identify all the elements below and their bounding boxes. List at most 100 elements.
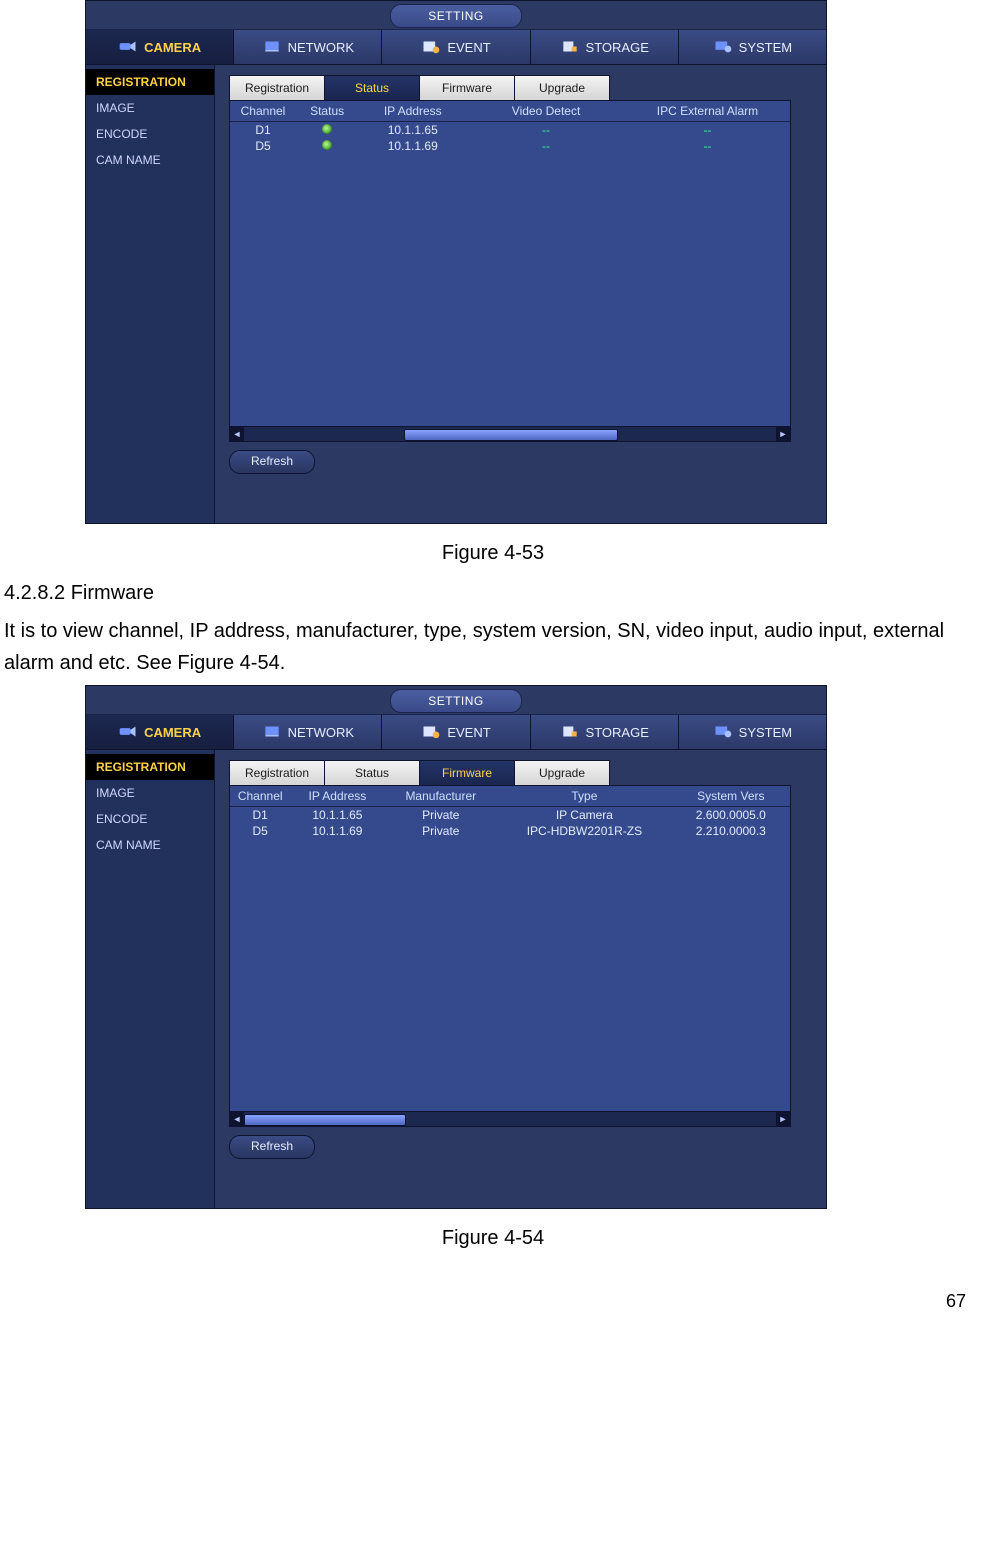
cell-ip: 10.1.1.65 [358, 123, 467, 137]
toptab-system[interactable]: SYSTEM [679, 715, 826, 749]
content-area: Registration Status Firmware Upgrade Cha… [215, 750, 826, 1208]
cell-ip: 10.1.1.69 [290, 824, 384, 838]
toptab-event[interactable]: EVENT [382, 30, 530, 64]
cell-extalarm: -- [625, 139, 790, 153]
subtab-firmware[interactable]: Firmware [419, 760, 515, 785]
toptab-system[interactable]: SYSTEM [679, 30, 826, 64]
system-icon [713, 724, 733, 740]
panel-title-pill: SETTING [390, 689, 522, 713]
subtab-upgrade[interactable]: Upgrade [514, 75, 610, 100]
subtabs: Registration Status Firmware Upgrade [229, 75, 812, 100]
subtab-registration[interactable]: Registration [229, 75, 325, 100]
toptab-storage[interactable]: STORAGE [531, 30, 679, 64]
cell-channel: D1 [230, 808, 290, 822]
horizontal-scrollbar[interactable]: ◄ ► [230, 1111, 790, 1126]
system-icon [713, 39, 733, 55]
cell-extalarm: -- [625, 123, 790, 137]
top-tabs: CAMERA NETWORK EVENT STORAGE [86, 30, 826, 65]
cell-ip: 10.1.1.65 [290, 808, 384, 822]
table-row: D5 10.1.1.69 Private IPC-HDBW2201R-ZS 2.… [230, 823, 790, 839]
storage-icon [560, 39, 580, 55]
cell-ip: 10.1.1.69 [358, 139, 467, 153]
event-icon [421, 39, 441, 55]
col-ip: IP Address [358, 104, 467, 118]
scroll-thumb[interactable] [244, 1114, 406, 1126]
content-area: Registration Status Firmware Upgrade Cha… [215, 65, 826, 523]
status-table: Channel Status IP Address Video Detect I… [229, 100, 791, 442]
cell-sysver: 2.600.0005.0 [672, 808, 790, 822]
scroll-track[interactable] [244, 1114, 776, 1124]
cell-video: -- [467, 123, 625, 137]
section-body: It is to view channel, IP address, manuf… [4, 615, 982, 679]
event-icon [421, 724, 441, 740]
toptab-label: CAMERA [144, 725, 201, 740]
figure-caption-454: Figure 4-54 [0, 1227, 986, 1250]
horizontal-scrollbar[interactable]: ◄ ► [230, 426, 790, 441]
sidebar-item-encode[interactable]: ENCODE [86, 806, 214, 832]
col-sysver: System Vers [672, 789, 790, 803]
toptab-label: STORAGE [586, 40, 649, 55]
nvr-panel-firmware: SETTING CAMERA NETWORK EVENT [85, 685, 827, 1209]
status-dot-icon [322, 124, 332, 134]
sidebar-item-image[interactable]: IMAGE [86, 95, 214, 121]
toptab-label: SYSTEM [739, 40, 792, 55]
refresh-button[interactable]: Refresh [229, 450, 315, 474]
sidebar-item-registration[interactable]: REGISTRATION [86, 754, 214, 780]
table-header: Channel IP Address Manufacturer Type Sys… [230, 786, 790, 807]
col-extalarm: IPC External Alarm [625, 104, 790, 118]
subtab-registration[interactable]: Registration [229, 760, 325, 785]
table-row: D1 10.1.1.65 Private IP Camera 2.600.000… [230, 807, 790, 823]
scroll-left-icon[interactable]: ◄ [230, 427, 244, 441]
refresh-button[interactable]: Refresh [229, 1135, 315, 1159]
toptab-label: SYSTEM [739, 725, 792, 740]
storage-icon [560, 724, 580, 740]
toptab-network[interactable]: NETWORK [234, 30, 382, 64]
top-tabs: CAMERA NETWORK EVENT STORAGE [86, 715, 826, 750]
sidebar-item-camname[interactable]: CAM NAME [86, 832, 214, 858]
firmware-table: Channel IP Address Manufacturer Type Sys… [229, 785, 791, 1127]
toptab-label: EVENT [447, 725, 490, 740]
toptab-camera[interactable]: CAMERA [86, 715, 234, 749]
panel-header: SETTING [86, 686, 826, 715]
sidebar-item-image[interactable]: IMAGE [86, 780, 214, 806]
nvr-panel-status: SETTING CAMERA NETWORK EVENT [85, 0, 827, 524]
scroll-right-icon[interactable]: ► [776, 427, 790, 441]
toptab-storage[interactable]: STORAGE [531, 715, 679, 749]
toptab-camera[interactable]: CAMERA [86, 30, 234, 64]
scroll-thumb[interactable] [404, 429, 619, 441]
subtabs: Registration Status Firmware Upgrade [229, 760, 812, 785]
scroll-track[interactable] [244, 429, 776, 439]
sidebar-item-encode[interactable]: ENCODE [86, 121, 214, 147]
toptab-network[interactable]: NETWORK [234, 715, 382, 749]
sidebar: REGISTRATION IMAGE ENCODE CAM NAME [86, 750, 215, 1208]
toptab-label: CAMERA [144, 40, 201, 55]
table-row: D5 10.1.1.69 -- -- [230, 138, 790, 154]
scroll-left-icon[interactable]: ◄ [230, 1112, 244, 1126]
subtab-status[interactable]: Status [324, 75, 420, 100]
cell-video: -- [467, 139, 625, 153]
scroll-right-icon[interactable]: ► [776, 1112, 790, 1126]
toptab-label: NETWORK [288, 40, 354, 55]
status-dot-icon [322, 140, 332, 150]
subtab-upgrade[interactable]: Upgrade [514, 760, 610, 785]
subtab-firmware[interactable]: Firmware [419, 75, 515, 100]
cell-channel: D5 [230, 824, 290, 838]
sidebar-item-registration[interactable]: REGISTRATION [86, 69, 214, 95]
cell-channel: D5 [230, 139, 296, 153]
camera-icon [118, 39, 138, 55]
cell-channel: D1 [230, 123, 296, 137]
col-channel: Channel [230, 104, 296, 118]
section-heading: 4.2.8.2 Firmware [4, 577, 982, 609]
cell-type: IP Camera [497, 808, 671, 822]
col-mfr: Manufacturer [384, 789, 497, 803]
sidebar-item-camname[interactable]: CAM NAME [86, 147, 214, 173]
page-number: 67 [946, 1291, 966, 1312]
subtab-status[interactable]: Status [324, 760, 420, 785]
cell-status [296, 123, 358, 137]
toptab-event[interactable]: EVENT [382, 715, 530, 749]
panel-header: SETTING [86, 1, 826, 30]
toptab-label: NETWORK [288, 725, 354, 740]
camera-icon [118, 724, 138, 740]
figure-caption-453: Figure 4-53 [0, 542, 986, 565]
col-status: Status [296, 104, 358, 118]
